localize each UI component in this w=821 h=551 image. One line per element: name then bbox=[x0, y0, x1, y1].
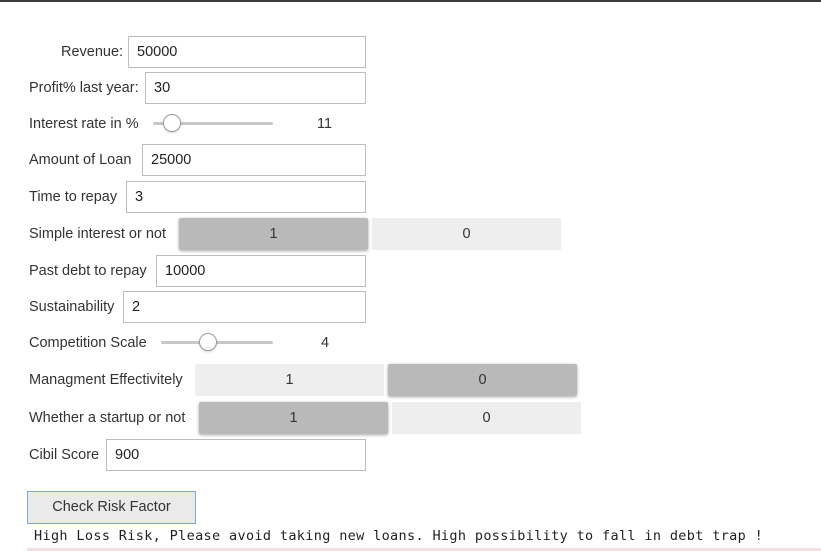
time-to-repay-label: Time to repay bbox=[29, 189, 118, 205]
result-output: High Loss Risk, Please avoid taking new … bbox=[27, 526, 821, 551]
simple-interest-label: Simple interest or not bbox=[29, 226, 167, 242]
revenue-label: Revenue: bbox=[61, 44, 124, 60]
simple-interest-option-0[interactable]: 0 bbox=[372, 218, 561, 250]
competition-value: 4 bbox=[321, 335, 330, 351]
sustainability-row: Sustainability bbox=[0, 291, 821, 323]
profit-input[interactable] bbox=[145, 72, 366, 104]
revenue-input[interactable] bbox=[128, 36, 366, 68]
profit-row: Profit% last year: bbox=[0, 72, 821, 104]
cibil-input[interactable] bbox=[106, 439, 366, 471]
simple-interest-option-1[interactable]: 1 bbox=[179, 218, 368, 250]
management-row: Managment Effectivitely 1 0 bbox=[0, 364, 821, 396]
interest-rate-slider-thumb[interactable] bbox=[163, 114, 181, 132]
profit-label: Profit% last year: bbox=[29, 80, 139, 96]
management-option-0[interactable]: 0 bbox=[388, 364, 577, 396]
cibil-row: Cibil Score bbox=[0, 439, 821, 471]
interest-rate-slider[interactable] bbox=[153, 114, 273, 132]
loan-amount-label: Amount of Loan bbox=[29, 152, 132, 168]
sustainability-input[interactable] bbox=[123, 291, 366, 323]
competition-row: Competition Scale 4 bbox=[0, 327, 821, 359]
time-to-repay-row: Time to repay bbox=[0, 181, 821, 213]
past-debt-label: Past debt to repay bbox=[29, 263, 147, 279]
management-option-1[interactable]: 1 bbox=[195, 364, 384, 396]
startup-label: Whether a startup or not bbox=[29, 410, 186, 426]
competition-slider-thumb[interactable] bbox=[199, 333, 217, 351]
competition-slider[interactable] bbox=[161, 333, 273, 351]
result-text: High Loss Risk, Please avoid taking new … bbox=[34, 528, 764, 544]
cibil-label: Cibil Score bbox=[29, 447, 100, 463]
interest-rate-label: Interest rate in % bbox=[29, 116, 139, 132]
interest-rate-row: Interest rate in % 11 bbox=[0, 108, 821, 140]
loan-amount-row: Amount of Loan bbox=[0, 144, 821, 176]
check-risk-button[interactable]: Check Risk Factor bbox=[27, 491, 196, 524]
competition-label: Competition Scale bbox=[29, 335, 147, 351]
past-debt-input[interactable] bbox=[156, 255, 366, 287]
top-border bbox=[0, 0, 821, 2]
past-debt-row: Past debt to repay bbox=[0, 255, 821, 287]
loan-amount-input[interactable] bbox=[142, 144, 366, 176]
startup-option-0[interactable]: 0 bbox=[392, 402, 581, 434]
startup-row: Whether a startup or not 1 0 bbox=[0, 402, 821, 434]
simple-interest-row: Simple interest or not 1 0 bbox=[0, 218, 821, 250]
revenue-row: Revenue: bbox=[0, 36, 821, 68]
startup-option-1[interactable]: 1 bbox=[199, 402, 388, 434]
time-to-repay-input[interactable] bbox=[126, 181, 366, 213]
interest-rate-value: 11 bbox=[317, 116, 333, 132]
sustainability-label: Sustainability bbox=[29, 299, 115, 315]
management-label: Managment Effectivitely bbox=[29, 372, 183, 388]
